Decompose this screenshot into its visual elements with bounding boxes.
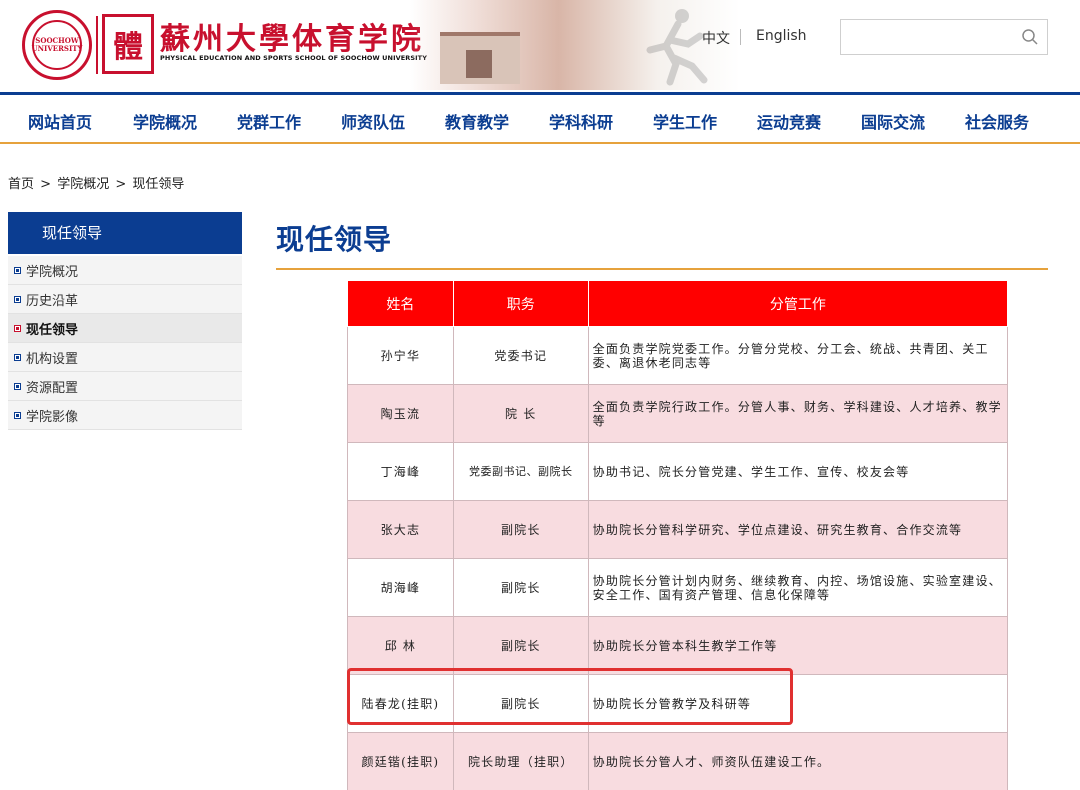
breadcrumb-separator: > (40, 177, 52, 192)
table-row: 陆春龙(挂职) 副院长 协助院长分管教学及科研等 (347, 674, 1009, 733)
cell-position: 副院长 (452, 674, 589, 733)
bullet-icon (14, 382, 21, 390)
nav-item-about[interactable]: 学院概况 (133, 109, 197, 133)
nav-item-home[interactable]: 网站首页 (28, 109, 92, 133)
cell-duties: 协助院长分管本科生教学工作等 (587, 616, 1009, 675)
table-row: 邱 林 副院长 协助院长分管本科生教学工作等 (347, 616, 1009, 675)
breadcrumb-current: 现任领导 (132, 177, 185, 192)
sidebar-item-label: 学院概况 (26, 264, 79, 280)
search-icon[interactable] (1021, 28, 1039, 46)
search-input[interactable] (841, 20, 1011, 54)
bullet-icon (14, 324, 21, 332)
nav-item-education[interactable]: 教育教学 (445, 109, 509, 133)
page-title: 现任领导 (276, 223, 393, 256)
breadcrumb-home-link[interactable]: 首页 (8, 177, 34, 192)
column-header-name: 姓名 (347, 280, 454, 327)
bullet-icon (14, 353, 21, 361)
school-name-subtitle: PHYSICAL EDUCATION AND SPORTS SCHOOL OF … (160, 54, 428, 62)
nav-item-students[interactable]: 学生工作 (653, 109, 717, 133)
site-header: SOOCHOW UNIVERSITY 體 蘇州大學体育学院 PHYSICAL E… (0, 0, 1080, 92)
cell-position: 院长助理（挂职） (452, 732, 589, 790)
nav-item-competitions[interactable]: 运动竞赛 (757, 109, 821, 133)
cell-name: 张大志 (347, 500, 454, 559)
search-box (840, 19, 1048, 55)
sidebar-item-label: 机构设置 (26, 351, 79, 367)
cell-name: 胡海峰 (347, 558, 454, 617)
table-header-row: 姓名 职务 分管工作 (347, 280, 1009, 327)
cell-duties: 协助院长分管教学及科研等 (587, 674, 1009, 733)
sidebar-item-current-leaders[interactable]: 现任领导 (8, 314, 242, 343)
table-row: 陶玉流 院 长 全面负责学院行政工作。分管人事、财务、学科建设、人才培养、教学等 (347, 384, 1009, 443)
logo-divider (96, 16, 98, 74)
sidebar-item-history[interactable]: 历史沿革 (8, 285, 242, 314)
cell-name: 孙宁华 (347, 326, 454, 385)
seal-inner: SOOCHOW UNIVERSITY (32, 20, 82, 70)
lang-separator (740, 29, 741, 45)
title-divider (276, 268, 1048, 270)
banner-building-image (440, 32, 520, 84)
main-navigation: 网站首页 学院概况 党群工作 师资队伍 教育教学 学科科研 学生工作 运动竞赛 … (0, 92, 1080, 144)
cell-duties: 协助书记、院长分管党建、学生工作、宣传、校友会等 (587, 442, 1009, 501)
bullet-icon (14, 411, 21, 419)
table-row: 颜廷锴(挂职) 院长助理（挂职） 协助院长分管人才、师资队伍建设工作。 (347, 732, 1009, 790)
school-logo-mark[interactable]: 體 (102, 14, 154, 74)
sidebar-item-gallery[interactable]: 学院影像 (8, 401, 242, 430)
nav-item-research[interactable]: 学科科研 (549, 109, 613, 133)
cell-position: 副院长 (452, 558, 589, 617)
cell-duties: 协助院长分管人才、师资队伍建设工作。 (587, 732, 1009, 790)
cell-position: 党委副书记、副院长 (452, 442, 589, 501)
cell-name: 陆春龙(挂职) (347, 674, 454, 733)
university-seal-logo[interactable]: SOOCHOW UNIVERSITY (22, 10, 92, 80)
cell-name: 丁海峰 (347, 442, 454, 501)
breadcrumb-section-link[interactable]: 学院概况 (57, 177, 109, 192)
sidebar-item-resources[interactable]: 资源配置 (8, 372, 242, 401)
cell-duties: 协助院长分管科学研究、学位点建设、研究生教育、合作交流等 (587, 500, 1009, 559)
cell-position: 党委书记 (452, 326, 589, 385)
breadcrumb-separator: > (115, 177, 127, 192)
table-row: 丁海峰 党委副书记、副院长 协助书记、院长分管党建、学生工作、宣传、校友会等 (347, 442, 1009, 501)
cell-name: 陶玉流 (347, 384, 454, 443)
cell-position: 副院长 (452, 616, 589, 675)
nav-item-party[interactable]: 党群工作 (237, 109, 301, 133)
sidebar-item-label: 资源配置 (26, 380, 79, 396)
table-row: 孙宁华 党委书记 全面负责学院党委工作。分管分党校、分工会、统战、共青团、关工委… (347, 326, 1009, 385)
column-header-position: 职务 (452, 280, 589, 327)
sidebar-heading: 现任领导 (8, 212, 242, 254)
sidebar-item-label: 现任领导 (26, 322, 79, 338)
sidebar-menu: 学院概况 历史沿革 现任领导 机构设置 资源配置 学院影像 (8, 256, 242, 430)
cell-name: 颜廷锴(挂职) (347, 732, 454, 790)
table-row: 张大志 副院长 协助院长分管科学研究、学位点建设、研究生教育、合作交流等 (347, 500, 1009, 559)
sidebar-item-label: 历史沿革 (26, 293, 79, 309)
cell-duties: 全面负责学院行政工作。分管人事、财务、学科建设、人才培养、教学等 (587, 384, 1009, 443)
cell-duties: 协助院长分管计划内财务、继续教育、内控、场馆设施、实验室建设、安全工作、国有资产… (587, 558, 1009, 617)
breadcrumb: 首页 > 学院概况 > 现任领导 (8, 173, 186, 192)
table-row: 胡海峰 副院长 协助院长分管计划内财务、继续教育、内控、场馆设施、实验室建设、安… (347, 558, 1009, 617)
bullet-icon (14, 295, 21, 303)
school-name-title: 蘇州大學体育学院 (160, 22, 424, 57)
sidebar-item-about[interactable]: 学院概况 (8, 256, 242, 285)
seal-text-line2: UNIVERSITY (31, 44, 83, 53)
nav-item-faculty[interactable]: 师资队伍 (341, 109, 405, 133)
column-header-duties: 分管工作 (587, 280, 1009, 327)
cell-name: 邱 林 (347, 616, 454, 675)
leaders-table: 姓名 职务 分管工作 孙宁华 党委书记 全面负责学院党委工作。分管分党校、分工会… (347, 280, 1009, 790)
lang-chinese-link[interactable]: 中文 (702, 28, 730, 48)
cell-duties: 全面负责学院党委工作。分管分党校、分工会、统战、共青团、关工委、离退休老同志等 (587, 326, 1009, 385)
nav-item-social-service[interactable]: 社会服务 (965, 109, 1029, 133)
cell-position: 副院长 (452, 500, 589, 559)
sidebar-item-organization[interactable]: 机构设置 (8, 343, 242, 372)
bullet-icon (14, 266, 21, 274)
lang-english-link[interactable]: English (756, 28, 807, 44)
cell-position: 院 长 (452, 384, 589, 443)
nav-item-international[interactable]: 国际交流 (861, 109, 925, 133)
sidebar-item-label: 学院影像 (26, 409, 79, 425)
